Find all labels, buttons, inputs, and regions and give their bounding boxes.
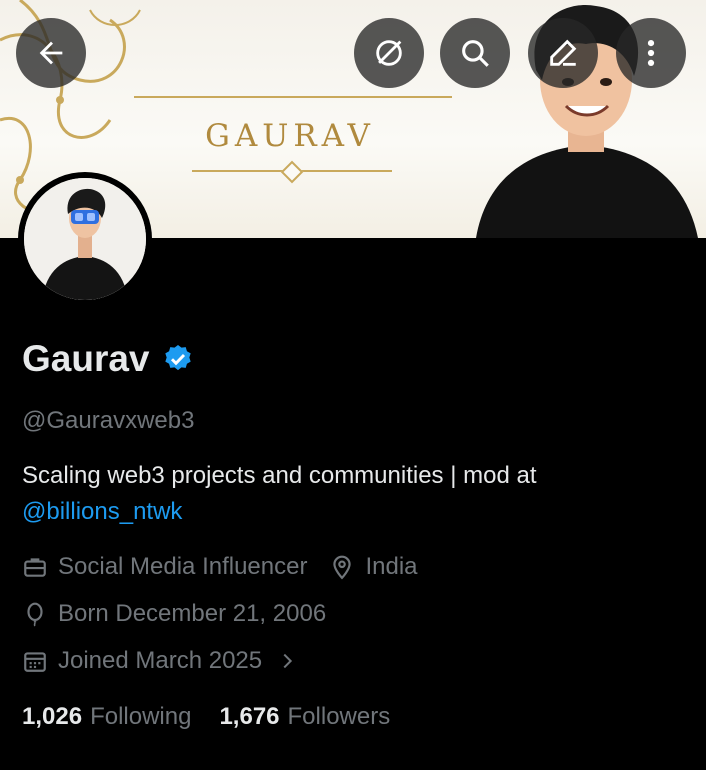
profile-name-row: Gaurav bbox=[22, 338, 194, 380]
briefcase-icon bbox=[24, 558, 46, 577]
more-button[interactable] bbox=[616, 18, 686, 88]
profile-location: India bbox=[329, 553, 418, 581]
grok-icon bbox=[376, 40, 402, 66]
follow-stats: 1,026 Following 1,676 Followers bbox=[22, 703, 390, 731]
bio-mention-link[interactable]: @billions_ntwk bbox=[22, 498, 182, 525]
verified-badge-icon[interactable] bbox=[162, 343, 194, 375]
edit-pencil-icon bbox=[550, 39, 577, 66]
search-icon bbox=[462, 40, 489, 67]
balloon-icon bbox=[27, 602, 43, 627]
back-button[interactable] bbox=[16, 18, 86, 88]
chevron-right-icon bbox=[283, 653, 293, 669]
profile-meta-row-2: Born December 21, 2006 bbox=[22, 600, 326, 628]
avatar-image bbox=[24, 178, 146, 300]
following-link[interactable]: 1,026 Following bbox=[22, 703, 191, 731]
profile-meta-row-3[interactable]: Joined March 2025 bbox=[22, 647, 308, 675]
location-pin-icon bbox=[333, 555, 352, 580]
banner-diamond bbox=[280, 160, 304, 184]
profile-joined[interactable]: Joined March 2025 bbox=[22, 647, 308, 675]
more-vertical-icon bbox=[647, 39, 655, 67]
profile-handle: @Gauravxweb3 bbox=[22, 407, 195, 434]
profile-birthday: Born December 21, 2006 bbox=[22, 600, 326, 628]
calendar-icon bbox=[24, 652, 46, 672]
following-count: 1,026 bbox=[22, 703, 83, 730]
profile-category: Social Media Influencer bbox=[22, 553, 307, 581]
birthday-label: Born December 21, 2006 bbox=[58, 600, 327, 627]
profile-name: Gaurav bbox=[22, 338, 150, 379]
profile-meta-row-1: Social Media Influencer India bbox=[22, 553, 418, 581]
banner-title: GAURAV bbox=[205, 118, 375, 154]
profile-bio: Scaling web3 projects and communities | … bbox=[22, 458, 682, 530]
edit-button[interactable] bbox=[528, 18, 598, 88]
joined-label: Joined March 2025 bbox=[58, 647, 263, 674]
location-label: India bbox=[365, 553, 418, 580]
followers-label: Followers bbox=[287, 703, 391, 730]
banner-divider-top bbox=[134, 96, 452, 98]
search-button[interactable] bbox=[440, 18, 510, 88]
followers-link[interactable]: 1,676 Followers bbox=[219, 703, 390, 731]
category-label: Social Media Influencer bbox=[58, 553, 308, 580]
grok-button[interactable] bbox=[354, 18, 424, 88]
arrow-left-icon bbox=[39, 41, 63, 65]
bio-text: Scaling web3 projects and communities | … bbox=[22, 462, 537, 489]
following-label: Following bbox=[90, 703, 192, 730]
followers-count: 1,676 bbox=[219, 703, 280, 730]
avatar[interactable] bbox=[18, 172, 152, 306]
